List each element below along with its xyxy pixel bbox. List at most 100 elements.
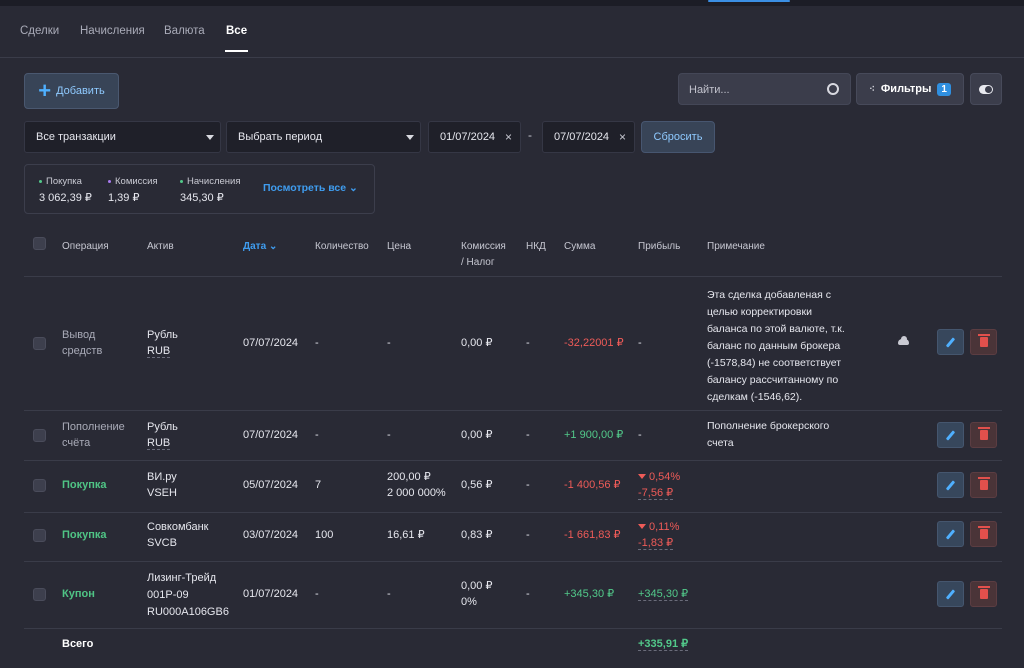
- sort-desc-icon: ⌄: [268, 241, 278, 252]
- trash-icon: [977, 427, 990, 440]
- select-all-checkbox[interactable]: [33, 237, 46, 250]
- summary-value: 1,39 ₽: [108, 192, 140, 204]
- header-note[interactable]: Примечание: [707, 239, 765, 255]
- edit-button[interactable]: [937, 581, 964, 607]
- profit-cell: 0,54% -7,56 ₽: [638, 469, 680, 501]
- date-to-value: 07/07/2024: [554, 131, 610, 143]
- header-date[interactable]: Дата ⌄: [243, 239, 277, 255]
- plus-icon: +: [38, 78, 52, 103]
- delete-button[interactable]: [970, 521, 997, 547]
- summary-commission: Комиссия 1,39 ₽: [108, 176, 158, 204]
- edit-button[interactable]: [937, 422, 964, 448]
- header-quantity[interactable]: Количество: [315, 239, 369, 255]
- operation-line2: средств: [62, 345, 103, 357]
- clear-date-to-icon[interactable]: ×: [619, 130, 626, 144]
- filters-label: Фильтры: [880, 83, 932, 95]
- asset-name: Рубль: [147, 421, 178, 433]
- tab-accruals[interactable]: Начисления: [80, 25, 145, 37]
- header-operation[interactable]: Операция: [62, 239, 109, 255]
- edit-button[interactable]: [937, 329, 964, 355]
- delete-button[interactable]: [970, 472, 997, 498]
- profit-percent: 0,11%: [649, 521, 680, 533]
- header-profit[interactable]: Прибыль: [638, 239, 680, 255]
- row-checkbox[interactable]: [33, 588, 46, 601]
- operation-cell: Покупка: [62, 479, 107, 491]
- summary-value: 3 062,39 ₽: [39, 192, 92, 204]
- caret-down-icon: [206, 135, 214, 140]
- row-checkbox[interactable]: [33, 479, 46, 492]
- row-checkbox[interactable]: [33, 529, 46, 542]
- row-divider: [24, 628, 1002, 629]
- date-from-field[interactable]: 01/07/2024 ×: [428, 121, 521, 153]
- tab-currency[interactable]: Валюта: [164, 25, 205, 37]
- asset-ticker: RUB: [147, 345, 171, 358]
- price-percent: 2 000 000%: [387, 487, 446, 499]
- trash-icon: [977, 334, 990, 347]
- period-select[interactable]: Выбрать период: [226, 121, 421, 153]
- search-input[interactable]: [689, 82, 819, 98]
- green-dot-icon: [39, 180, 42, 183]
- profit-cell: -: [638, 429, 642, 441]
- header-commission-line2: / Налог: [461, 257, 495, 268]
- total-profit-value: +335,91 ₽: [638, 638, 689, 651]
- asset-cell[interactable]: Рубль RUB: [147, 419, 178, 451]
- asset-cell[interactable]: Рубль RUB: [147, 327, 178, 359]
- edit-button[interactable]: [937, 521, 964, 547]
- sum-cell: +1 900,00 ₽: [564, 429, 624, 441]
- asset-ticker: RU000A106GB6: [147, 606, 229, 618]
- operation-cell: Купон: [62, 588, 95, 600]
- top-accent: [708, 0, 790, 2]
- operation-cell: Пополнение счёта: [62, 419, 125, 451]
- asset-ticker: SVCB: [147, 537, 177, 549]
- price-cell: -: [387, 588, 391, 600]
- sum-cell: -32,22001 ₽: [564, 337, 624, 349]
- tab-all[interactable]: Все: [224, 25, 249, 52]
- delete-button[interactable]: [970, 581, 997, 607]
- row-checkbox[interactable]: [33, 337, 46, 350]
- pencil-icon: [945, 429, 956, 441]
- search-icon[interactable]: [827, 83, 839, 95]
- asset-cell[interactable]: Лизинг-Трейд 001P-09 RU000A106GB6: [147, 570, 229, 621]
- asset-cell[interactable]: Совкомбанк SVCB: [147, 519, 208, 551]
- toggle-icon: [979, 84, 993, 94]
- view-all-link[interactable]: Посмотреть все ⌄: [263, 182, 358, 194]
- tab-deals[interactable]: Сделки: [20, 25, 59, 37]
- note-cell: Эта сделка добавленая с целью корректиро…: [707, 287, 845, 406]
- asset-name: Рубль: [147, 329, 178, 341]
- clear-date-from-icon[interactable]: ×: [505, 130, 512, 144]
- reset-button[interactable]: Сбросить: [641, 121, 715, 153]
- header-sum[interactable]: Сумма: [564, 239, 595, 255]
- header-price[interactable]: Цена: [387, 239, 411, 255]
- date-cell: 03/07/2024: [243, 529, 299, 541]
- header-asset[interactable]: Актив: [147, 239, 174, 255]
- add-button[interactable]: + Добавить: [24, 73, 119, 109]
- transactions-select[interactable]: Все транзакции: [24, 121, 221, 153]
- note-line: сделкам (-1546,62).: [707, 391, 803, 403]
- note-line: счета: [707, 437, 734, 449]
- asset-name: ВИ.ру: [147, 471, 177, 483]
- sum-cell: -1 661,83 ₽: [564, 529, 621, 541]
- row-checkbox[interactable]: [33, 429, 46, 442]
- note-line: баланс по данным брокера: [707, 340, 841, 352]
- profit-cell: -: [638, 337, 642, 349]
- asset-cell[interactable]: ВИ.ру VSEH: [147, 469, 177, 501]
- delete-button[interactable]: [970, 329, 997, 355]
- asset-name: Лизинг-Трейд: [147, 572, 217, 584]
- date-to-field[interactable]: 07/07/2024 ×: [542, 121, 635, 153]
- header-commission[interactable]: Комиссия / Налог: [461, 239, 506, 271]
- filters-button[interactable]: ⁖ Фильтры 1: [856, 73, 964, 105]
- delete-button[interactable]: [970, 422, 997, 448]
- sum-cell: -1 400,56 ₽: [564, 479, 621, 491]
- date-range-separator: -: [528, 128, 532, 142]
- row-divider: [24, 410, 1002, 411]
- pencil-icon: [945, 479, 956, 491]
- nkd-cell: -: [526, 588, 530, 600]
- header-commission-line1: Комиссия: [461, 241, 506, 252]
- edit-button[interactable]: [937, 472, 964, 498]
- header-nkd[interactable]: НКД: [526, 239, 546, 255]
- pencil-icon: [945, 336, 956, 348]
- view-toggle-button[interactable]: [970, 73, 1002, 105]
- summary-purchase: Покупка 3 062,39 ₽: [39, 176, 92, 204]
- note-line: баланса по этой валюте, т.к.: [707, 323, 845, 335]
- add-button-label: Добавить: [56, 85, 105, 97]
